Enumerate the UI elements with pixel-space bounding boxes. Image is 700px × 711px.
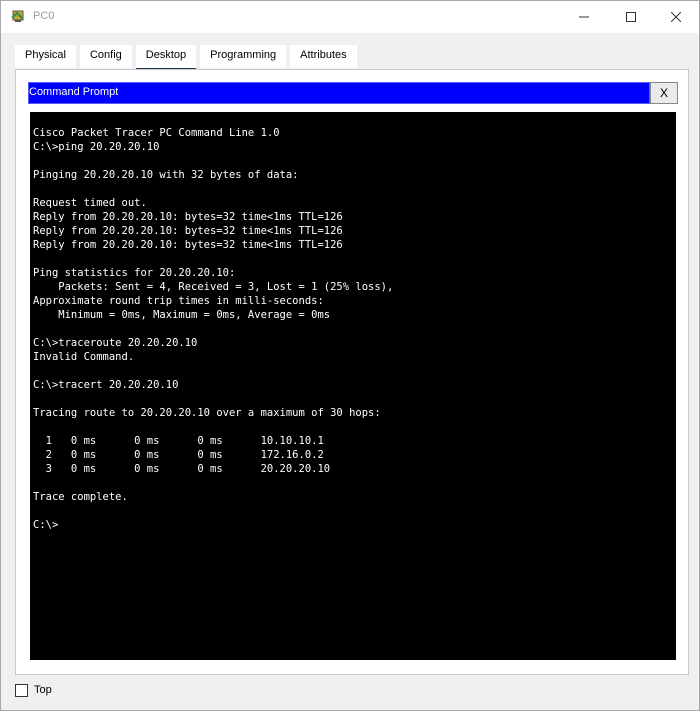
- tab-physical[interactable]: Physical: [15, 45, 76, 68]
- terminal-output[interactable]: Cisco Packet Tracer PC Command Line 1.0 …: [30, 112, 676, 660]
- tab-bar: Physical Config Desktop Programming Attr…: [15, 45, 361, 71]
- tab-attributes[interactable]: Attributes: [290, 45, 357, 68]
- desktop-tab-panel: Command Prompt X Cisco Packet Tracer PC …: [15, 69, 689, 675]
- pc0-window: PC0 Physical Config Desktop Programming …: [0, 0, 700, 711]
- tab-config[interactable]: Config: [79, 45, 132, 68]
- tab-desktop[interactable]: Desktop: [135, 45, 197, 71]
- minimize-button[interactable]: [561, 1, 607, 33]
- bottom-bar: Top: [15, 681, 52, 699]
- command-prompt-close-button[interactable]: X: [650, 82, 678, 104]
- maximize-icon: [626, 12, 636, 22]
- tab-programming[interactable]: Programming: [200, 45, 287, 68]
- window-title: PC0: [33, 10, 55, 22]
- top-checkbox[interactable]: [15, 683, 28, 697]
- close-icon: [671, 12, 681, 22]
- window-client-area: Physical Config Desktop Programming Attr…: [1, 33, 699, 710]
- command-prompt-header: Command Prompt: [28, 82, 650, 104]
- minimize-icon: [579, 12, 589, 22]
- terminal-text: Cisco Packet Tracer PC Command Line 1.0 …: [33, 127, 394, 531]
- packet-tracer-pc-icon: [11, 9, 27, 25]
- top-checkbox-label: Top: [34, 684, 52, 696]
- title-bar[interactable]: PC0: [1, 1, 699, 33]
- command-prompt-title: Command Prompt: [29, 86, 119, 98]
- maximize-button[interactable]: [608, 1, 654, 33]
- close-button[interactable]: [653, 1, 699, 33]
